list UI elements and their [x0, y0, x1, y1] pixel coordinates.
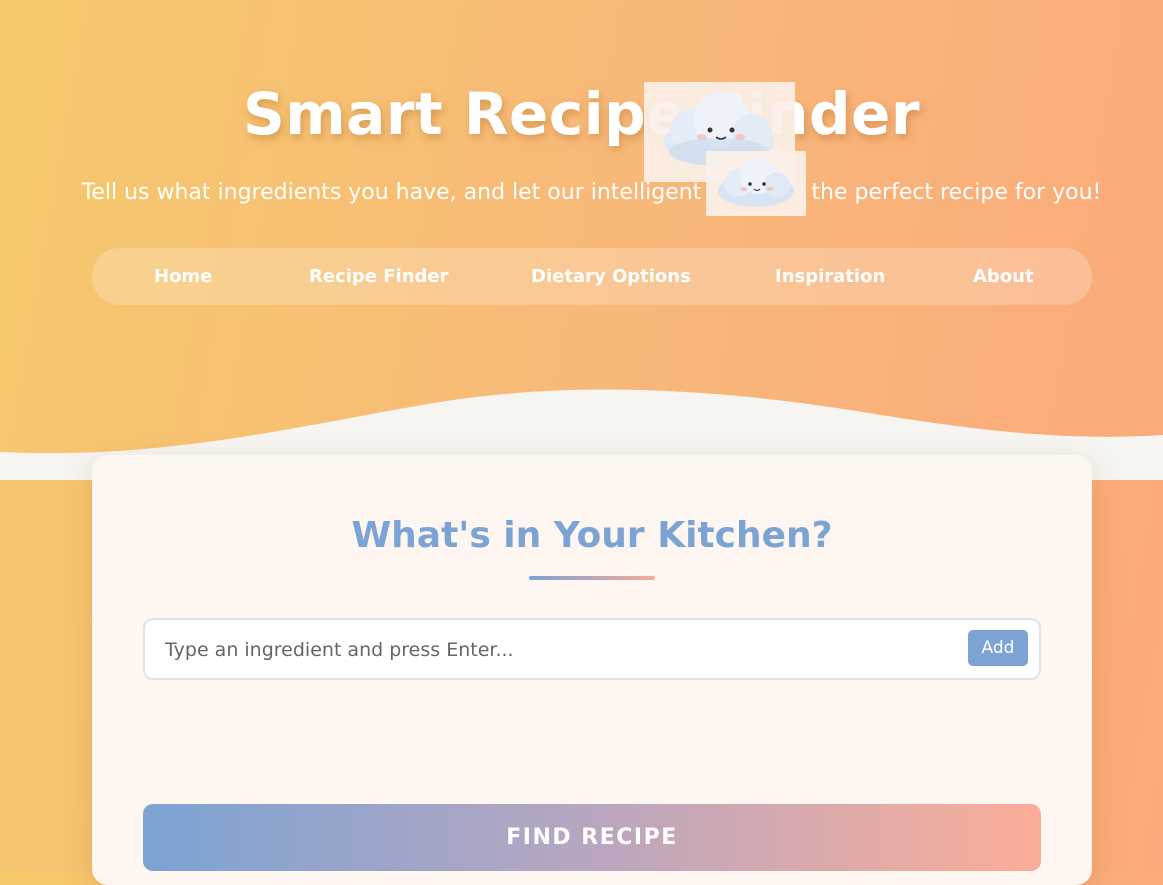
kitchen-title: What's in Your Kitchen?	[351, 515, 833, 556]
nav-item-home[interactable]: Home	[154, 266, 212, 287]
page-title: Smart Recipe Finder	[243, 80, 920, 148]
kitchen-card: What's in Your Kitchen? Add FIND RECIPE	[92, 455, 1092, 885]
small-cloud-mascot-icon	[706, 151, 806, 216]
hero-header: Smart Recipe Finder Tell us what ingredi…	[0, 0, 1163, 480]
ingredient-input[interactable]	[163, 634, 947, 666]
page-subtitle: Tell us what ingredients you have, and l…	[81, 180, 1102, 205]
nav-item-recipe-finder[interactable]: Recipe Finder	[309, 266, 449, 287]
nav-item-dietary-options[interactable]: Dietary Options	[531, 266, 691, 287]
nav-item-about[interactable]: About	[973, 266, 1034, 287]
main-nav: Home Recipe Finder Dietary Options Inspi…	[92, 248, 1092, 305]
nav-item-inspiration[interactable]: Inspiration	[775, 266, 885, 287]
find-recipe-button[interactable]: FIND RECIPE	[143, 804, 1041, 871]
add-ingredient-button[interactable]: Add	[968, 630, 1028, 666]
title-underline	[529, 576, 655, 580]
ingredient-input-group: Add	[143, 618, 1041, 680]
